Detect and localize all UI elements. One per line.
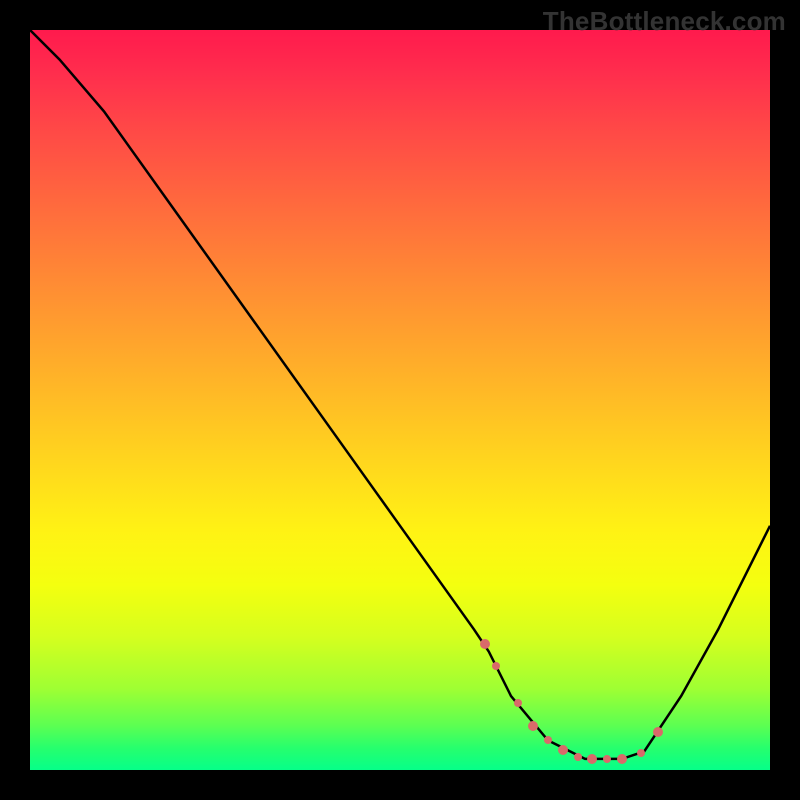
data-marker (587, 754, 597, 764)
data-marker (528, 721, 538, 731)
data-marker (480, 639, 490, 649)
data-marker (514, 699, 522, 707)
data-marker (558, 745, 568, 755)
data-marker (617, 754, 627, 764)
marker-group (30, 30, 770, 770)
data-marker (574, 753, 582, 761)
data-marker (653, 727, 663, 737)
data-marker (544, 736, 552, 744)
watermark-text: TheBottleneck.com (543, 6, 786, 37)
data-marker (492, 662, 500, 670)
plot-area (30, 30, 770, 770)
data-marker (637, 749, 645, 757)
data-marker (603, 755, 611, 763)
